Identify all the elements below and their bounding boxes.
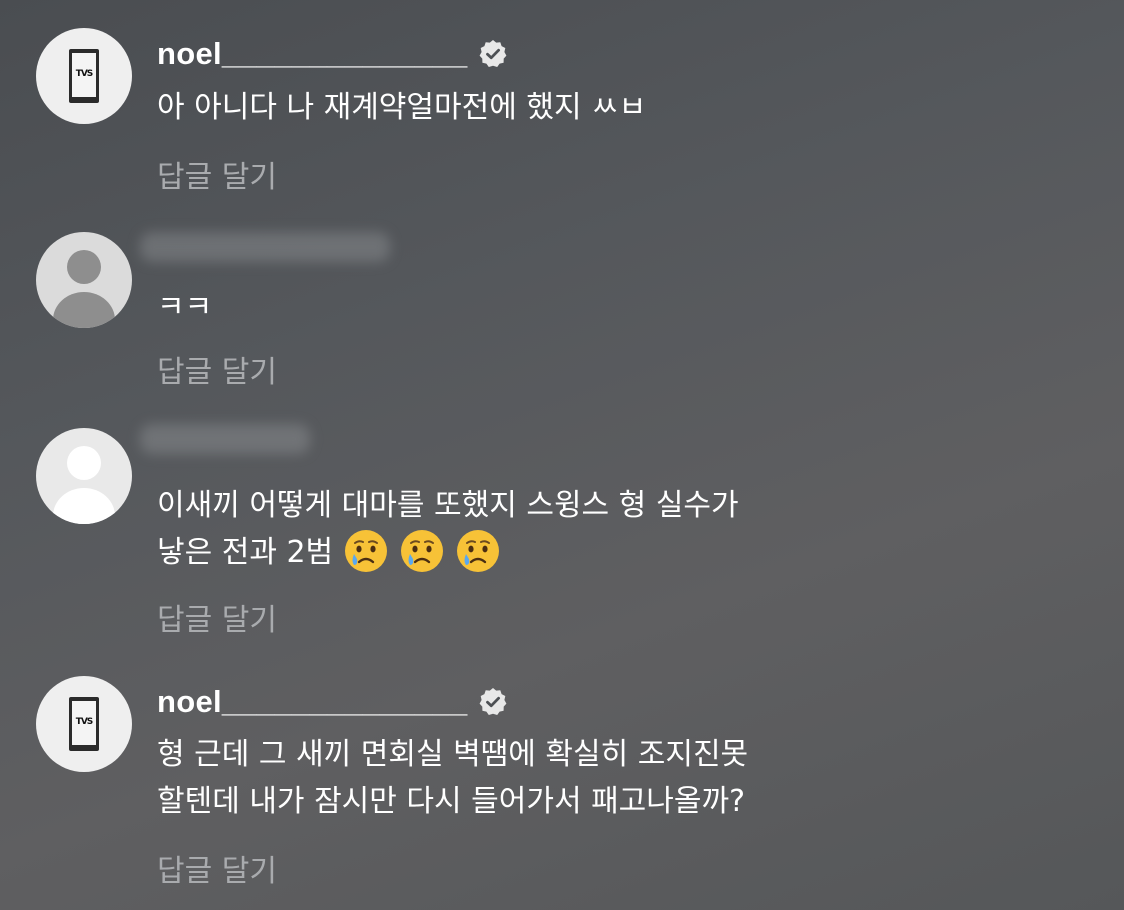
username-row: noel______________ bbox=[157, 34, 508, 74]
avatar-logo-text: TVS bbox=[75, 717, 94, 727]
default-person-icon bbox=[67, 250, 101, 284]
verified-badge-icon bbox=[479, 40, 506, 67]
username[interactable]: noel______________ bbox=[157, 36, 468, 72]
verified-badge-icon bbox=[479, 688, 506, 715]
avatar[interactable] bbox=[36, 428, 132, 524]
reply-button[interactable]: 답글 달기 bbox=[157, 152, 277, 196]
username-row: noel______________ bbox=[157, 682, 508, 722]
avatar[interactable]: TVS bbox=[36, 676, 132, 772]
comment-line: ㅋㅋ bbox=[157, 290, 213, 325]
comment-line: 낳은 전과 2범 bbox=[157, 535, 334, 570]
avatar[interactable] bbox=[36, 232, 132, 328]
comment-line: 이새끼 어떻게 대마를 또했지 스윙스 형 실수가 bbox=[157, 488, 739, 523]
comment-line-with-emojis: 낳은 전과 2범 bbox=[157, 529, 739, 577]
default-person-body bbox=[53, 488, 115, 524]
comment-text: ㅋㅋ bbox=[157, 284, 212, 331]
username-redacted bbox=[140, 424, 310, 454]
comment-line: 할텐데 내가 잠시만 다시 들어가서 패고나올까? bbox=[157, 784, 746, 819]
crying-face-emoji bbox=[345, 529, 388, 572]
username[interactable]: noel______________ bbox=[157, 684, 468, 720]
comment-text: 형 근데 그 새끼 면회실 벽땜에 확실히 조지진못 할텐데 내가 잠시만 다시… bbox=[157, 731, 748, 825]
default-person-icon bbox=[67, 446, 101, 480]
reply-button[interactable]: 답글 달기 bbox=[157, 347, 277, 391]
crying-face-emoji bbox=[457, 529, 500, 572]
comment-line: 형 근데 그 새끼 면회실 벽땜에 확실히 조지진못 bbox=[157, 737, 749, 772]
book-icon: TVS bbox=[69, 49, 99, 103]
username-redacted bbox=[140, 232, 390, 262]
reply-button[interactable]: 답글 달기 bbox=[157, 846, 277, 890]
comment-line: 아 아니다 나 재계약얼마전에 했지 ㅆㅂ bbox=[157, 90, 647, 125]
comment-text: 이새끼 어떻게 대마를 또했지 스윙스 형 실수가 낳은 전과 2범 bbox=[157, 482, 739, 577]
reply-button[interactable]: 답글 달기 bbox=[157, 595, 277, 639]
default-person-body bbox=[53, 292, 115, 328]
crying-face-emoji bbox=[401, 529, 444, 572]
comment-text: 아 아니다 나 재계약얼마전에 했지 ㅆㅂ bbox=[157, 84, 646, 131]
avatar-logo-text: TVS bbox=[75, 69, 94, 79]
avatar[interactable]: TVS bbox=[36, 28, 132, 124]
book-icon: TVS bbox=[69, 697, 99, 751]
